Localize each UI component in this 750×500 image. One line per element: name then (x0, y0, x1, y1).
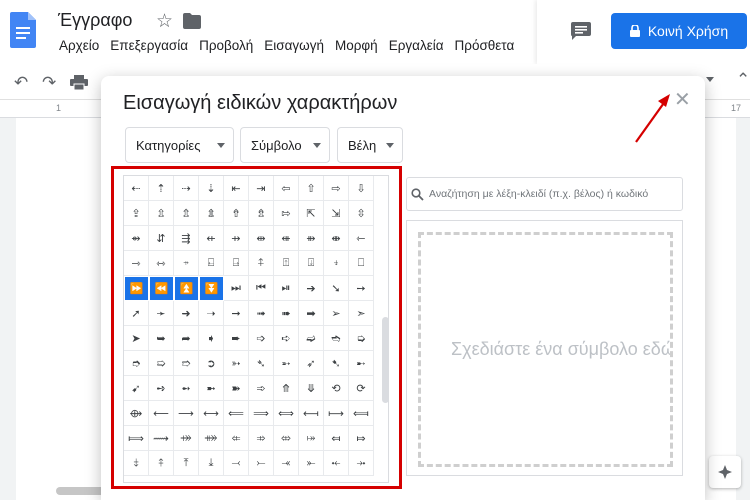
redo-icon[interactable]: ↷ (42, 73, 56, 93)
menu-item[interactable]: Εργαλεία (389, 38, 444, 53)
document-title[interactable]: Έγγραφο (58, 10, 132, 31)
menu-item[interactable]: Προβολή (199, 38, 253, 53)
share-area: Κοινή Χρήση (537, 0, 750, 64)
ruler-right-mark: 17 (731, 103, 742, 113)
chevron-down-icon (386, 143, 394, 148)
chevron-down-icon (313, 143, 321, 148)
print-icon[interactable] (70, 75, 88, 90)
symbol-search-input[interactable] (429, 188, 682, 200)
symbol-dropdown[interactable]: Σύμβολο (240, 127, 330, 163)
draw-symbol-area[interactable]: Σχεδιάστε ένα σύμβολο εδώ (418, 232, 673, 467)
menu-item[interactable]: Πρόσθετα (455, 38, 515, 53)
menu-item[interactable]: Εισαγωγή (264, 38, 324, 53)
categories-dropdown[interactable]: Κατηγορίες (125, 127, 234, 163)
menu-item[interactable]: Επεξεργασία (110, 38, 188, 53)
undo-icon[interactable]: ↶ (14, 73, 28, 93)
categories-dropdown-label: Κατηγορίες (136, 137, 201, 153)
dialog-title: Εισαγωγή ειδικών χαρακτήρων (123, 92, 398, 114)
annotation-highlight-box (111, 166, 402, 489)
explore-button[interactable] (709, 456, 741, 488)
close-icon[interactable]: ✕ (674, 90, 691, 110)
arrows-dropdown-label: Βέλη (348, 137, 377, 153)
share-button[interactable]: Κοινή Χρήση (611, 13, 747, 49)
menu-bar-clip: Αρχείο Επεξεργασία Προβολή Εισαγωγή Μορφή Εργ… (0, 36, 537, 60)
ruler-left-mark: 1 (56, 103, 62, 113)
share-button-label: Κοινή Χρήση (647, 23, 729, 39)
collapse-chevron-icon[interactable]: ⌃ (736, 70, 750, 90)
folder-icon[interactable] (183, 13, 201, 29)
draw-panel: Σχεδιάστε ένα σύμβολο εδώ (406, 220, 683, 476)
toolbar-more-caret-icon[interactable] (706, 77, 714, 82)
annotation-arrow (635, 94, 670, 143)
menu-item[interactable]: Μορφή (335, 38, 378, 53)
symbol-dropdown-label: Σύμβολο (251, 137, 302, 153)
comment-icon[interactable] (571, 22, 591, 40)
chevron-down-icon (217, 143, 225, 148)
explore-icon (718, 465, 732, 479)
star-icon[interactable]: ☆ (156, 10, 173, 33)
menu-item[interactable]: Αρχείο (59, 38, 99, 53)
draw-symbol-hint: Σχεδιάστε ένα σύμβολο εδώ (451, 339, 673, 359)
search-icon (411, 187, 424, 201)
menu-bar: Αρχείο Επεξεργασία Προβολή Εισαγωγή Μορφή Εργ… (59, 38, 525, 53)
symbol-search-box (406, 177, 683, 211)
arrows-dropdown[interactable]: Βέλη (337, 127, 403, 163)
lock-icon (629, 25, 640, 37)
